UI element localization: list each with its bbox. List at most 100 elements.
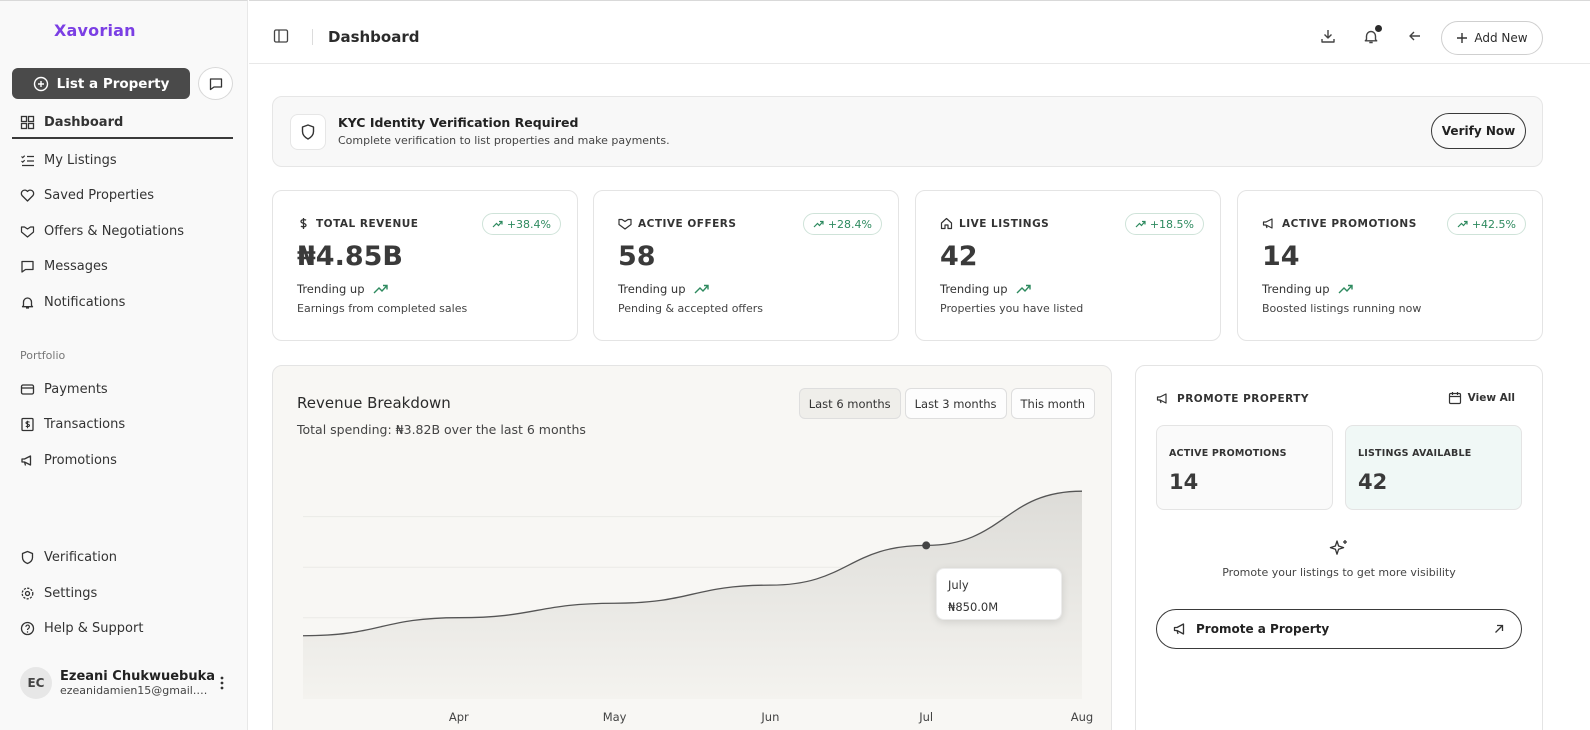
stat-badge: +38.4% bbox=[481, 213, 561, 235]
x-tick-label: Jun bbox=[760, 710, 779, 724]
bell-icon bbox=[21, 296, 34, 309]
chat-button[interactable] bbox=[198, 67, 233, 100]
stat-card-active-promotions: ACTIVE PROMOTIONS +42.5% 14 Trending up … bbox=[1237, 190, 1543, 341]
sidebar-item-messages[interactable]: Messages bbox=[12, 250, 233, 282]
tooltip-value: ₦850.0M bbox=[948, 600, 999, 614]
sidebar-toggle-icon[interactable] bbox=[273, 28, 289, 44]
sidebar-item-saved-properties[interactable]: Saved Properties bbox=[12, 179, 233, 211]
tile-value: 42 bbox=[1358, 470, 1388, 494]
revenue-breakdown-card: Revenue Breakdown Total spending: ₦3.82B… bbox=[272, 365, 1112, 730]
sidebar-item-label: My Listings bbox=[44, 152, 117, 168]
stat-label: TOTAL REVENUE bbox=[316, 217, 419, 230]
sidebar-item-label: Saved Properties bbox=[44, 187, 154, 203]
sidebar-item-payments[interactable]: Payments bbox=[12, 373, 233, 405]
megaphone-icon bbox=[21, 454, 32, 466]
topbar-divider bbox=[312, 29, 313, 45]
sidebar: Xavorian List a Property Dashboard My Li… bbox=[0, 0, 248, 730]
portfolio-section-label: Portfolio bbox=[20, 349, 66, 362]
stat-trend: Trending up bbox=[618, 282, 709, 296]
sidebar-item-label: Messages bbox=[44, 258, 108, 274]
megaphone-icon bbox=[1262, 218, 1273, 229]
handshake-icon bbox=[618, 218, 632, 230]
listings-available-tile: LISTINGS AVAILABLE 42 bbox=[1345, 425, 1522, 510]
sidebar-item-label: Verification bbox=[44, 549, 118, 565]
trend-up-icon bbox=[1016, 284, 1031, 294]
stat-label: ACTIVE PROMOTIONS bbox=[1282, 217, 1417, 230]
add-new-button[interactable]: Add New bbox=[1441, 21, 1543, 55]
more-vertical-icon[interactable] bbox=[216, 675, 228, 691]
stat-value: 42 bbox=[940, 241, 978, 272]
view-all-link[interactable]: View All bbox=[1448, 391, 1515, 405]
list-property-button[interactable]: List a Property bbox=[12, 68, 190, 99]
shield-icon bbox=[301, 124, 315, 140]
sidebar-item-notifications[interactable]: Notifications bbox=[12, 286, 233, 318]
stat-badge-value: +28.4% bbox=[827, 217, 872, 231]
list-property-label: List a Property bbox=[56, 75, 170, 92]
trend-up-icon bbox=[1457, 220, 1468, 228]
promote-button-label: Promote a Property bbox=[1196, 622, 1330, 636]
sidebar-item-label: Offers & Negotiations bbox=[44, 223, 184, 239]
sidebar-item-settings[interactable]: Settings bbox=[12, 577, 233, 609]
stat-card-total-revenue: TOTAL REVENUE +38.4% ₦4.85B Trending up … bbox=[272, 190, 578, 341]
chart-tooltip: July ₦850.0M bbox=[936, 568, 1062, 620]
promote-title: PROMOTE PROPERTY bbox=[1177, 392, 1310, 405]
stat-badge: +42.5% bbox=[1446, 213, 1526, 235]
x-tick-label: Aug bbox=[1071, 710, 1093, 724]
x-tick-label: May bbox=[603, 710, 627, 724]
calendar-icon bbox=[1448, 392, 1461, 405]
sidebar-item-label: Settings bbox=[44, 585, 98, 601]
sidebar-item-my-listings[interactable]: My Listings bbox=[12, 144, 233, 176]
app-logo[interactable]: Xavorian bbox=[54, 21, 136, 40]
arrow-left-icon[interactable] bbox=[1407, 28, 1423, 44]
user-profile[interactable]: EC Ezeani Chukwuebuka ezeanidamien15@gma… bbox=[20, 667, 235, 699]
list-check-icon bbox=[21, 154, 34, 166]
highlight-point bbox=[922, 541, 931, 550]
stat-description: Boosted listings running now bbox=[1262, 302, 1422, 315]
promote-property-button[interactable]: Promote a Property bbox=[1156, 609, 1522, 649]
sidebar-item-verification[interactable]: Verification bbox=[12, 541, 233, 573]
revenue-area-chart[interactable]: Apr May Jun Jul Aug bbox=[273, 366, 1111, 730]
add-new-label: Add New bbox=[1474, 31, 1528, 45]
active-promotions-tile: ACTIVE PROMOTIONS 14 bbox=[1156, 425, 1333, 510]
arrow-up-right-icon bbox=[1495, 624, 1504, 633]
stat-badge-value: +18.5% bbox=[1149, 217, 1194, 231]
stat-description: Earnings from completed sales bbox=[297, 302, 468, 315]
x-tick-label: Jul bbox=[918, 710, 933, 724]
stat-badge-value: +42.5% bbox=[1471, 217, 1516, 231]
megaphone-icon bbox=[1156, 393, 1167, 404]
view-all-label: View All bbox=[1467, 392, 1515, 404]
stat-trend: Trending up bbox=[1262, 282, 1353, 296]
avatar: EC bbox=[20, 667, 52, 699]
stat-value: ₦4.85B bbox=[297, 241, 403, 272]
stat-trend: Trending up bbox=[940, 282, 1031, 296]
top-bar: Dashboard Add New bbox=[249, 0, 1590, 64]
stat-value: 58 bbox=[618, 241, 656, 272]
tile-label: LISTINGS AVAILABLE bbox=[1358, 448, 1472, 459]
trend-up-icon bbox=[373, 284, 388, 294]
tooltip-label: July bbox=[948, 578, 969, 592]
trend-up-icon bbox=[1135, 220, 1146, 228]
sidebar-item-transactions[interactable]: Transactions bbox=[12, 408, 233, 440]
stat-badge-value: +38.4% bbox=[506, 217, 551, 231]
sidebar-item-label: Payments bbox=[44, 381, 108, 397]
user-email: ezeanidamien15@gmail.c... bbox=[60, 684, 210, 697]
stat-label: LIVE LISTINGS bbox=[959, 217, 1050, 230]
sidebar-item-label: Help & Support bbox=[44, 620, 144, 636]
stat-trend-label: Trending up bbox=[297, 282, 365, 296]
tile-label: ACTIVE PROMOTIONS bbox=[1169, 448, 1287, 459]
dollar-icon bbox=[300, 218, 307, 229]
stat-card-active-offers: ACTIVE OFFERS +28.4% 58 Trending up Pend… bbox=[593, 190, 899, 341]
page-title: Dashboard bbox=[328, 28, 420, 46]
sidebar-item-offers[interactable]: Offers & Negotiations bbox=[12, 215, 233, 247]
stat-value: 14 bbox=[1262, 241, 1300, 272]
download-icon[interactable] bbox=[1320, 28, 1336, 44]
verify-now-button[interactable]: Verify Now bbox=[1431, 113, 1526, 149]
sidebar-item-dashboard[interactable]: Dashboard bbox=[12, 107, 233, 139]
grid-icon bbox=[20, 115, 35, 129]
sidebar-item-help[interactable]: Help & Support bbox=[12, 612, 233, 644]
message-icon bbox=[21, 260, 34, 273]
x-tick-label: Apr bbox=[449, 710, 469, 724]
sidebar-item-promotions[interactable]: Promotions bbox=[12, 444, 233, 476]
stat-trend-label: Trending up bbox=[940, 282, 1008, 296]
gear-icon bbox=[21, 587, 34, 599]
